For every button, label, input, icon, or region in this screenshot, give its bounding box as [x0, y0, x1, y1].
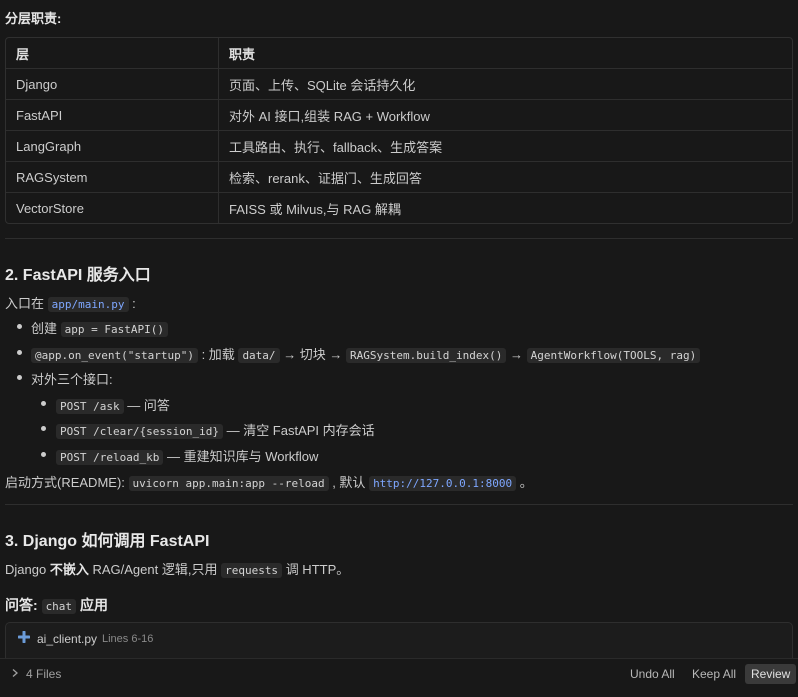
text: :: [132, 296, 136, 311]
inline-code: RAGSystem.build_index(): [346, 348, 507, 363]
bullet: [41, 452, 46, 457]
inline-code: @app.on_event("startup"): [31, 348, 198, 363]
text: Django: [5, 562, 47, 577]
table-row: FastAPI 对外 AI 接口,组装 RAG + Workflow: [6, 100, 792, 131]
keep-all-button[interactable]: Keep All: [688, 664, 740, 684]
document-view: 分层职责: 层 职责 Django 页面、上传、SQLite 会话持久化 Fas…: [0, 0, 798, 658]
list-item: POST /clear/{session_id} — 清空 FastAPI 内存…: [56, 420, 375, 439]
text: 问答:: [5, 597, 38, 613]
text: → 切块 →: [283, 347, 343, 362]
bold-text: 不嵌入: [49, 562, 89, 577]
bullet: [41, 426, 46, 431]
text: 创建: [31, 321, 58, 336]
table-header-cell: 职责: [219, 38, 792, 69]
inline-code: requests: [221, 563, 283, 578]
undo-all-button[interactable]: Undo All: [626, 664, 679, 684]
text: — 问答: [127, 398, 170, 413]
text: , 默认: [332, 475, 366, 490]
line-range: Lines 6-16: [102, 633, 154, 645]
start-line: 启动方式(README): uvicorn app.main:app --rel…: [5, 472, 533, 491]
bullet: [41, 401, 46, 406]
divider: [5, 504, 793, 505]
table-cell: RAGSystem: [6, 162, 219, 193]
table-cell: 页面、上传、SQLite 会话持久化: [219, 69, 792, 100]
inline-code: POST /reload_kb: [56, 450, 164, 465]
table-header-row: 层 职责: [6, 38, 792, 69]
list-item: @app.on_event("startup") : 加载 data/ → 切块…: [31, 344, 701, 363]
table-cell: 对外 AI 接口,组装 RAG + Workflow: [219, 100, 792, 131]
list-item: POST /reload_kb — 重建知识库与 Workflow: [56, 446, 318, 465]
url-link[interactable]: http://127.0.0.1:8000: [369, 476, 517, 491]
list-item: 创建 app = FastAPI(): [31, 318, 168, 337]
text: 入口在: [5, 296, 45, 311]
divider: [5, 238, 793, 239]
code-reference-card[interactable]: ai_client.py Lines 6-16: [5, 622, 793, 658]
text: 启动方式(README):: [5, 475, 125, 490]
layer-responsibility-table: 层 职责 Django 页面、上传、SQLite 会话持久化 FastAPI 对…: [5, 37, 793, 224]
text: 应用: [79, 597, 108, 613]
table-cell: Django: [6, 69, 219, 100]
bullet: [17, 350, 22, 355]
table-cell: FastAPI: [6, 100, 219, 131]
table-header-cell: 层: [6, 38, 219, 69]
table-row: RAGSystem 检索、rerank、证据门、生成回答: [6, 162, 792, 193]
chevron-right-icon[interactable]: [10, 668, 20, 678]
inline-code: chat: [41, 599, 77, 614]
bullet: [17, 324, 22, 329]
section-heading: 3. Django 如何调用 FastAPI: [5, 533, 210, 550]
inline-code: data/: [238, 348, 280, 363]
table-cell: VectorStore: [6, 193, 219, 223]
section-heading: 2. FastAPI 服务入口: [5, 267, 151, 284]
bottom-action-bar: 4 Files Undo All Keep All Review: [0, 658, 798, 697]
text: — 重建知识库与 Workflow: [166, 449, 319, 464]
files-count-toggle[interactable]: 4 Files: [26, 667, 61, 681]
table-row: LangGraph 工具路由、执行、fallback、生成答案: [6, 131, 792, 162]
list-item: POST /ask — 问答: [56, 395, 170, 414]
inline-code: uvicorn app.main:app --reload: [128, 476, 329, 491]
inline-code: POST /clear/{session_id}: [56, 424, 223, 439]
table-cell: 工具路由、执行、fallback、生成答案: [219, 131, 792, 162]
inline-code: AgentWorkflow(TOOLS, rag): [526, 348, 701, 363]
inline-code: app/main.py: [47, 297, 129, 312]
text: →: [510, 347, 523, 362]
list-item: 对外三个接口:: [31, 372, 113, 387]
sub-heading: 问答: chat 应用: [5, 595, 108, 615]
paragraph: Django 不嵌入 RAG/Agent 逻辑,只用 requests 调 HT…: [5, 559, 349, 578]
review-button[interactable]: Review: [745, 664, 797, 684]
entry-line: 入口在 app/main.py :: [5, 293, 136, 312]
file-name[interactable]: ai_client.py: [37, 632, 97, 646]
bullet: [17, 375, 22, 380]
python-file-icon: [18, 631, 30, 643]
text: 。: [519, 475, 533, 490]
text: — 清空 FastAPI 内存会话: [226, 423, 375, 438]
text: : 加载: [201, 347, 235, 362]
inline-code: app = FastAPI(): [60, 322, 168, 337]
table-row: Django 页面、上传、SQLite 会话持久化: [6, 69, 792, 100]
section-label: 分层职责:: [5, 11, 62, 26]
inline-code: POST /ask: [56, 399, 124, 414]
text: RAG/Agent 逻辑,只用: [92, 562, 218, 577]
table-cell: FAISS 或 Milvus,与 RAG 解耦: [229, 201, 401, 217]
table-row: VectorStore FAISS 或 Milvus,与 RAG 解耦: [6, 193, 792, 223]
table-cell: 检索、rerank、证据门、生成回答: [219, 162, 792, 193]
table-cell: LangGraph: [6, 131, 219, 162]
text: 调 HTTP。: [285, 562, 350, 577]
